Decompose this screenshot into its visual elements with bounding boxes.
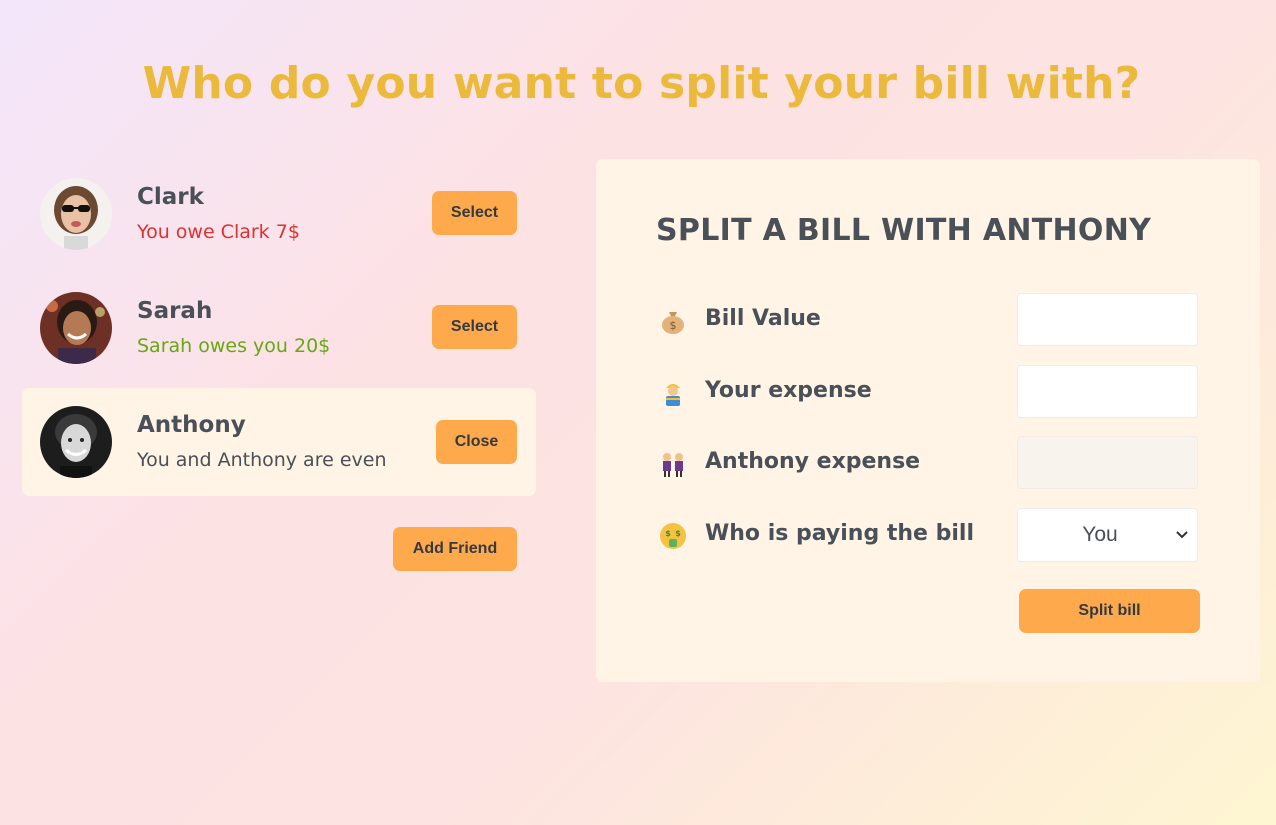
- add-friend-button[interactable]: Add Friend: [393, 527, 517, 571]
- construction-worker-icon: [658, 378, 688, 408]
- friends-list: Clark You owe Clark 7$ Select Sarah Sara…: [22, 160, 536, 502]
- money-bag-icon: $: [658, 306, 688, 336]
- friend-balance-status: Sarah owes you 20$: [137, 335, 331, 357]
- svg-text:$: $: [675, 529, 681, 538]
- payer-row: $ $ Who is paying the bill You: [658, 508, 1200, 562]
- friend-item-clark: Clark You owe Clark 7$ Select: [22, 160, 536, 268]
- friend-balance-status: You and Anthony are even: [137, 449, 387, 471]
- page-title: Who do you want to split your bill with?: [142, 58, 1141, 109]
- split-bill-button[interactable]: Split bill: [1019, 589, 1200, 633]
- split-bill-form: Split a bill with Anthony $ Bill Value Y…: [596, 159, 1260, 682]
- payer-select-value: You: [1082, 523, 1118, 546]
- friend-name: Clark: [137, 184, 204, 210]
- select-friend-button[interactable]: Select: [432, 191, 517, 235]
- friend-item-sarah: Sarah Sarah owes you 20$ Select: [22, 274, 536, 382]
- svg-text:$: $: [665, 529, 671, 538]
- payer-select[interactable]: You: [1017, 508, 1198, 562]
- bill-value-row: $ Bill Value: [658, 293, 1200, 347]
- select-friend-button[interactable]: Select: [432, 305, 517, 349]
- bill-value-input[interactable]: [1017, 293, 1198, 346]
- avatar-anthony: [40, 406, 112, 478]
- friend-expense-label: Anthony expense: [705, 449, 921, 474]
- payer-label: Who is paying the bill: [705, 521, 974, 546]
- avatar-sarah: [40, 292, 112, 364]
- your-expense-input[interactable]: [1017, 365, 1198, 418]
- friend-item-anthony: Anthony You and Anthony are even Close: [22, 388, 536, 496]
- svg-text:$: $: [670, 319, 677, 332]
- friend-expense-input: [1017, 436, 1198, 489]
- your-expense-label: Your expense: [705, 378, 872, 403]
- bill-value-label: Bill Value: [705, 306, 821, 331]
- people-icon: [658, 449, 688, 479]
- money-mouth-face-icon: $ $: [658, 521, 688, 551]
- friend-balance-status: You owe Clark 7$: [137, 221, 300, 243]
- friend-expense-row: Anthony expense: [658, 436, 1200, 490]
- friend-name: Anthony: [137, 412, 246, 438]
- avatar-clark: [40, 178, 112, 250]
- split-bill-title: Split a bill with Anthony: [656, 213, 1152, 248]
- friend-name: Sarah: [137, 298, 213, 324]
- chevron-down-icon: [1175, 526, 1189, 544]
- close-friend-button[interactable]: Close: [436, 420, 517, 464]
- your-expense-row: Your expense: [658, 365, 1200, 419]
